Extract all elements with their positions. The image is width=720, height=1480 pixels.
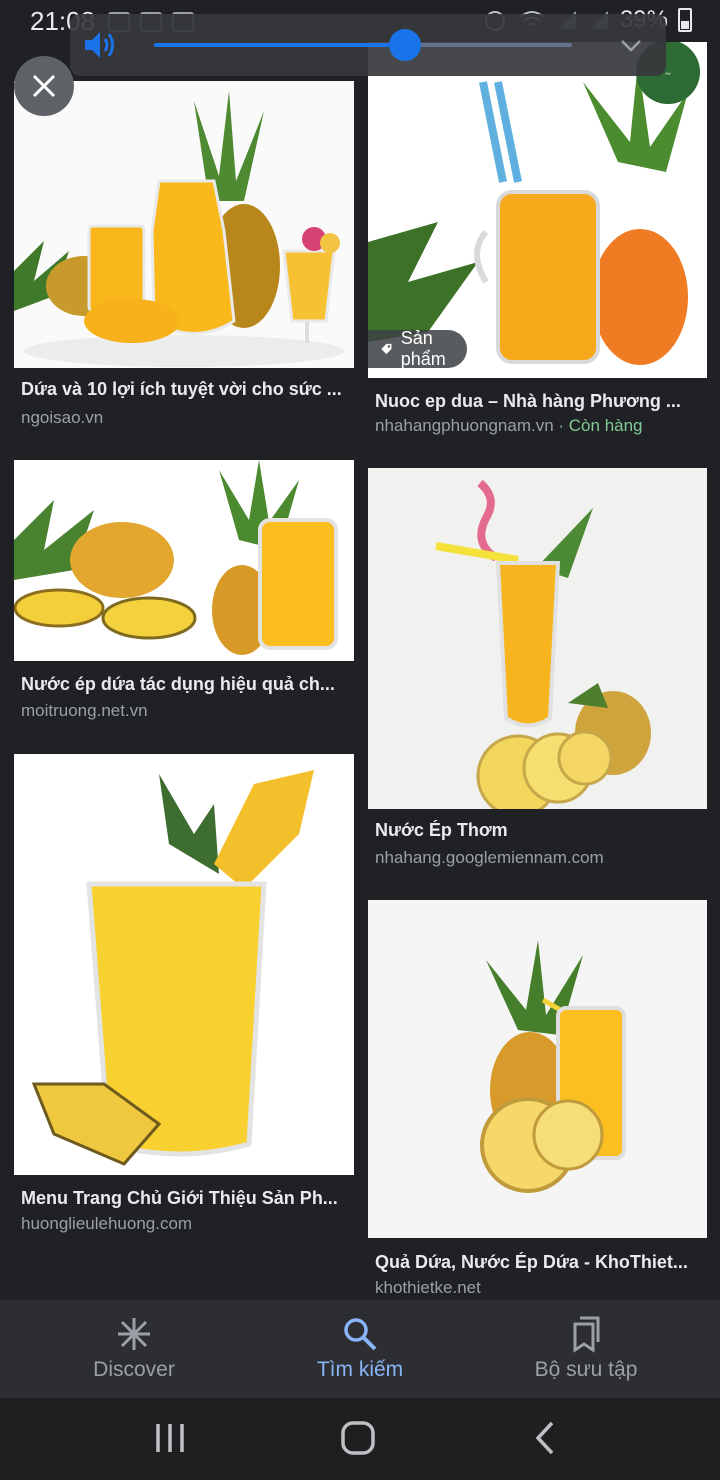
tag-label: Sản phẩm bbox=[400, 328, 446, 369]
result-title[interactable]: Menu Trang Chủ Giới Thiệu Sản Ph... bbox=[21, 1188, 349, 1209]
result-source: nhahang.googlemiennam.com bbox=[375, 848, 604, 867]
result-title[interactable]: Nước ép dứa tác dụng hiệu quả ch... bbox=[21, 674, 349, 695]
nav-collections[interactable]: Bộ sưu tập bbox=[466, 1300, 706, 1398]
result-image[interactable] bbox=[14, 754, 354, 1175]
close-icon bbox=[32, 74, 56, 98]
result-source: ngoisao.vn bbox=[21, 408, 104, 427]
source-domain: nhahangphuongnam.vn bbox=[375, 416, 554, 435]
recent-apps-icon[interactable] bbox=[150, 1420, 190, 1456]
result-source: khothietke.net bbox=[375, 1278, 481, 1297]
volume-slider-thumb[interactable] bbox=[388, 29, 421, 61]
nav-label: Tìm kiếm bbox=[316, 1358, 404, 1381]
result-title[interactable]: Quả Dứa, Nước Ép Dứa - KhoThiet... bbox=[375, 1252, 703, 1273]
volume-icon[interactable] bbox=[82, 28, 122, 62]
result-title[interactable]: Dứa và 10 lợi ích tuyệt vời cho sức ... bbox=[21, 379, 349, 400]
result-source: moitruong.net.vn bbox=[21, 701, 148, 720]
in-stock-label: · Còn hàng bbox=[553, 416, 643, 435]
result-source: huonglieulehuong.com bbox=[21, 1214, 193, 1233]
volume-level-fill bbox=[154, 43, 405, 47]
result-title[interactable]: Nước Ép Thơm bbox=[375, 820, 703, 841]
svg-text:~: ~ bbox=[665, 69, 671, 80]
result-source: nhahangphuongnam.vn · Còn hàng bbox=[375, 416, 643, 436]
bookmarks-icon bbox=[573, 1316, 600, 1353]
result-image[interactable] bbox=[368, 900, 707, 1238]
result-title[interactable]: Nuoc ep dua – Nhà hàng Phương ... bbox=[375, 391, 703, 412]
nav-discover[interactable]: Discover bbox=[14, 1300, 254, 1398]
product-tag: Sản phẩm bbox=[368, 328, 468, 369]
back-icon[interactable] bbox=[528, 1418, 564, 1458]
volume-panel bbox=[70, 14, 666, 76]
battery-icon bbox=[678, 8, 692, 32]
search-icon bbox=[344, 1318, 377, 1351]
nav-search[interactable]: Tìm kiếm bbox=[240, 1300, 480, 1398]
nav-label: Discover bbox=[93, 1358, 175, 1381]
tag-icon bbox=[381, 343, 392, 355]
system-navigation-bar bbox=[0, 1398, 720, 1480]
result-image[interactable] bbox=[368, 468, 707, 809]
close-button[interactable] bbox=[14, 56, 74, 116]
chevron-down-icon[interactable] bbox=[618, 32, 644, 58]
result-image[interactable] bbox=[14, 460, 354, 661]
bottom-nav: Discover Tìm kiếm Bộ sưu tập bbox=[0, 1300, 720, 1398]
asterisk-icon bbox=[118, 1318, 150, 1350]
nav-label: Bộ sưu tập bbox=[534, 1358, 638, 1381]
result-image[interactable] bbox=[14, 81, 354, 368]
home-icon[interactable] bbox=[338, 1418, 378, 1458]
